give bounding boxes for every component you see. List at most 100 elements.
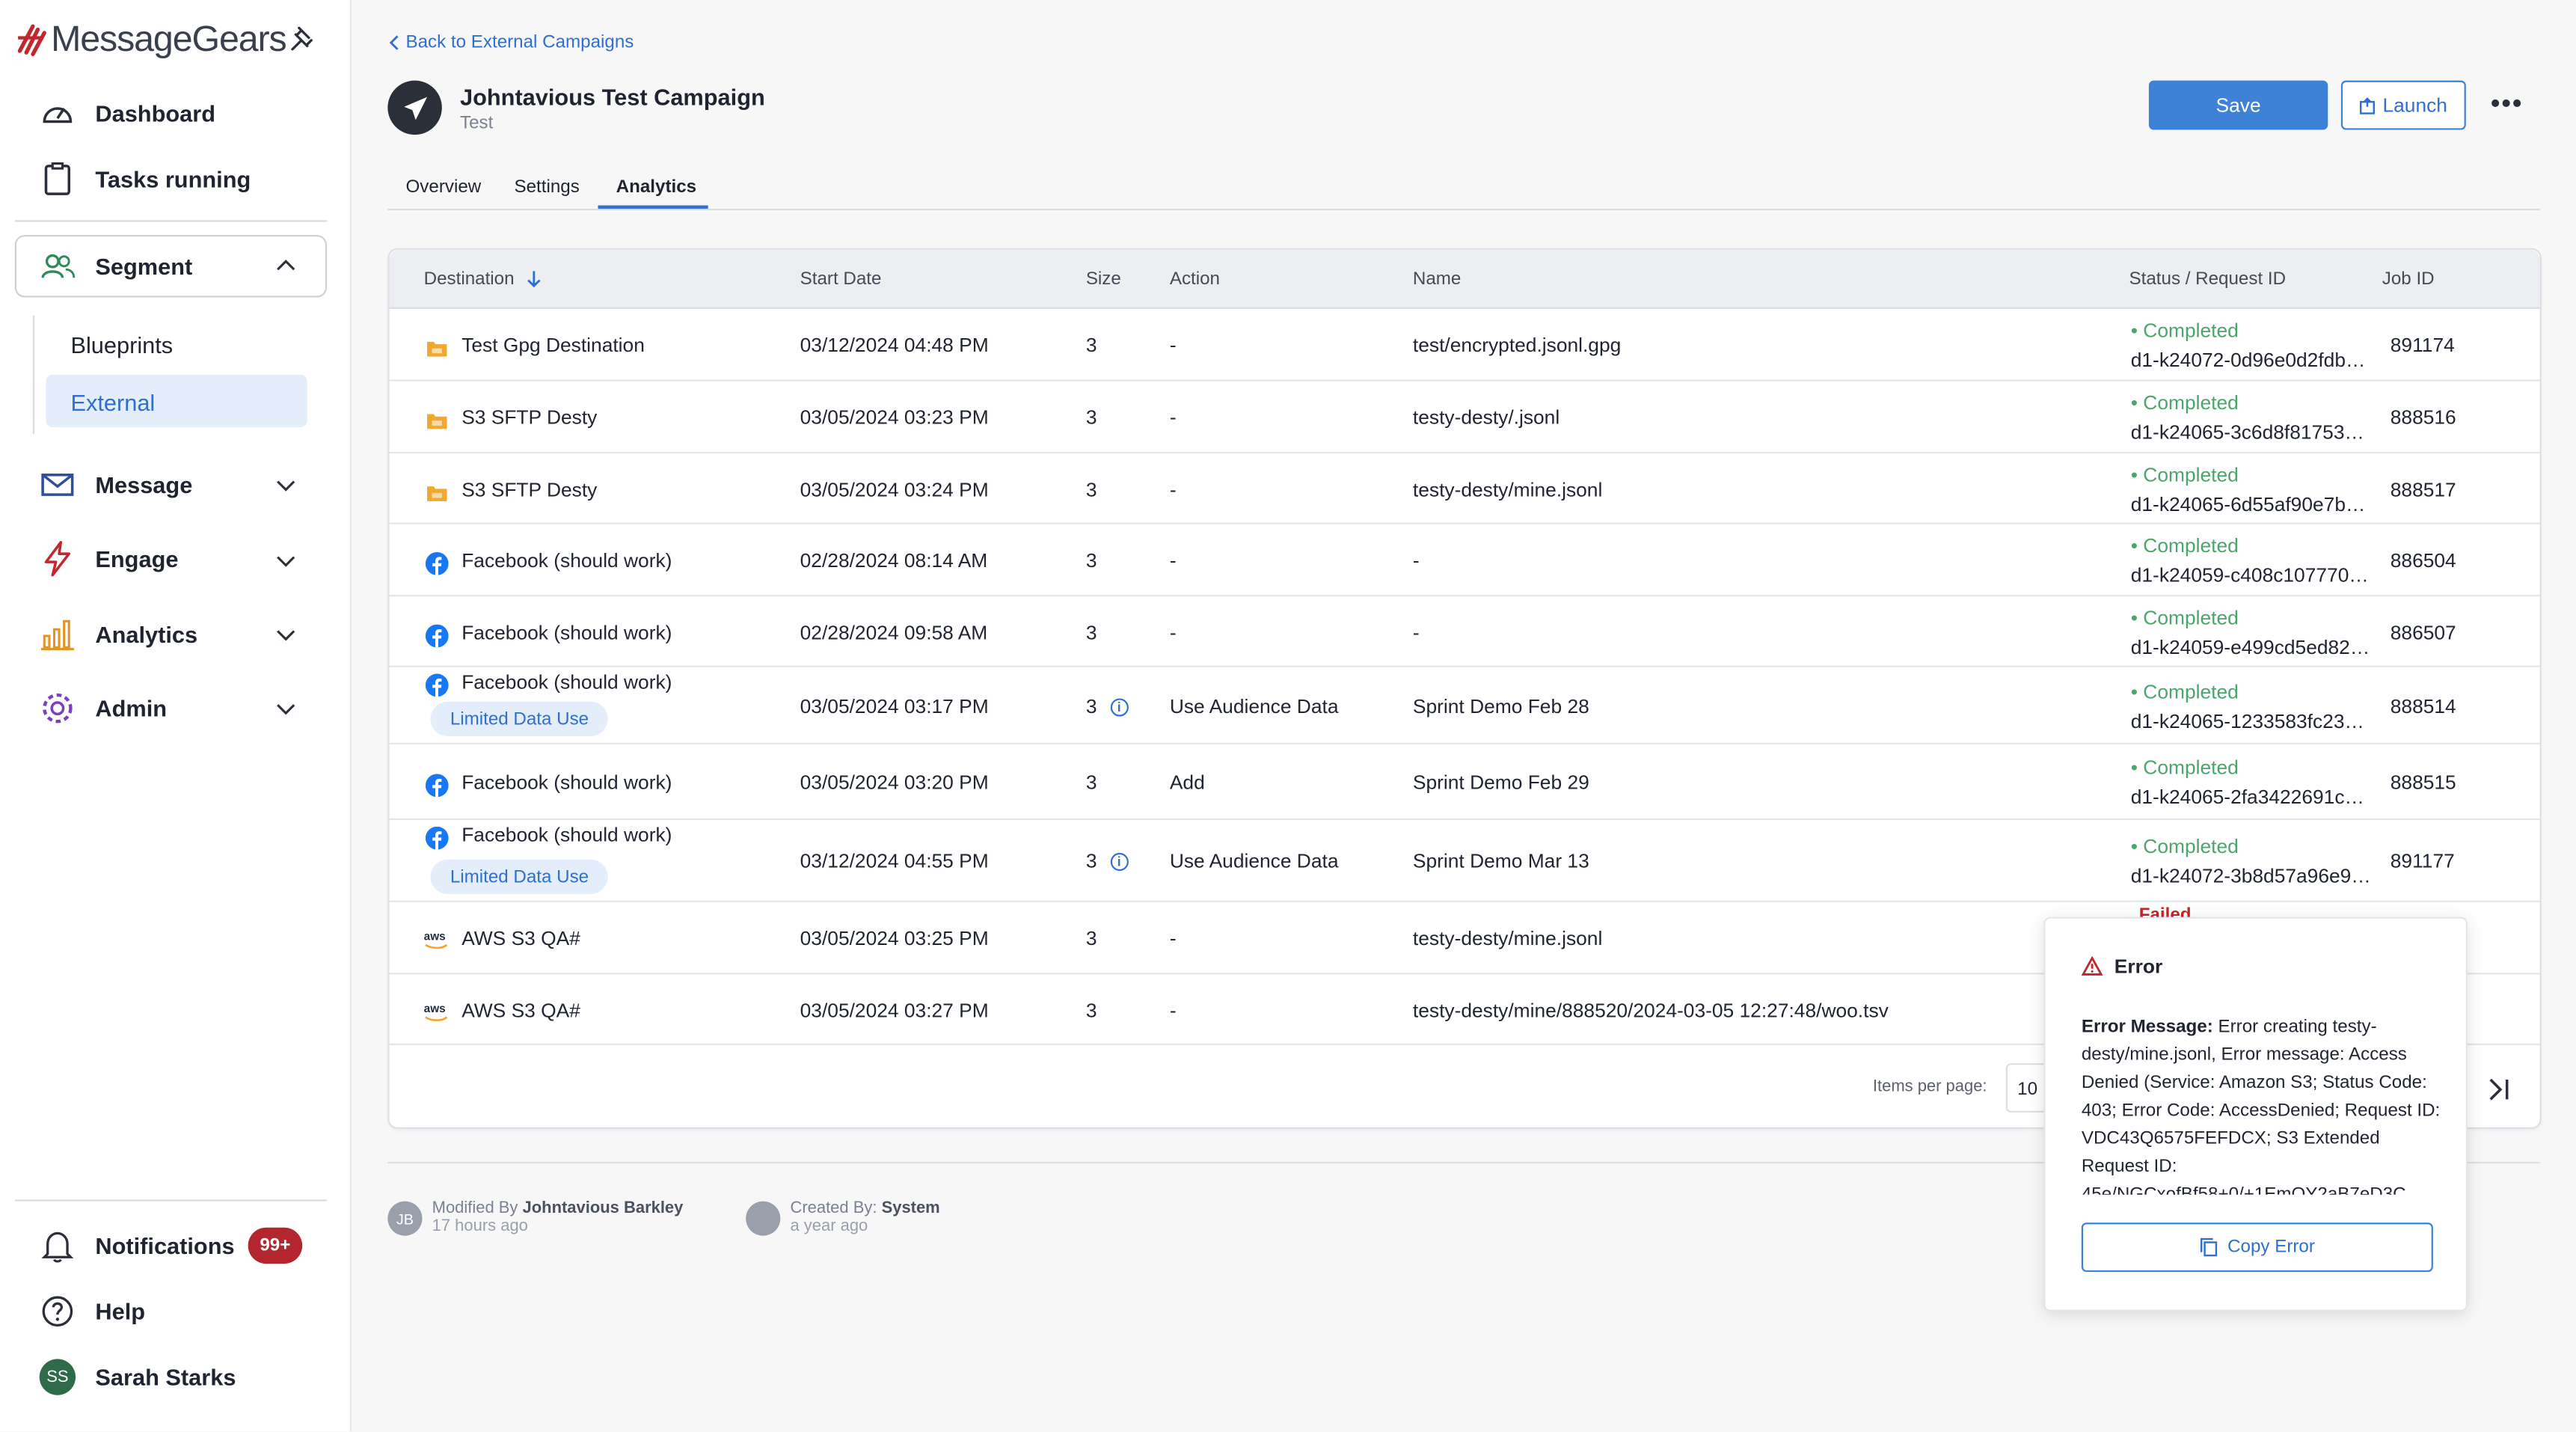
request-id[interactable]: d1-k24065-2fa3422691c…	[2131, 786, 2377, 809]
facebook-icon	[425, 551, 449, 575]
request-id[interactable]: d1-k24065-6d55af90e7b…	[2131, 493, 2377, 516]
sidebar-divider	[14, 1199, 328, 1202]
table-row[interactable]: Facebook (should work) 02/28/2024 09:58 A…	[389, 596, 2540, 667]
chevron-down-icon[interactable]	[276, 551, 295, 570]
back-link[interactable]: Back to External Campaigns	[387, 33, 634, 52]
request-id[interactable]: d1-k24065-3c6d8f81753…	[2131, 420, 2377, 444]
launch-button[interactable]: Launch	[2340, 80, 2466, 130]
column-header-status[interactable]: Status / Request ID	[2129, 269, 2287, 289]
user-name: Sarah Starks	[95, 1364, 236, 1391]
table-row[interactable]: Test Gpg Destination 03/12/2024 04:48 PM 3…	[389, 309, 2540, 382]
job-id: 888515	[2390, 771, 2456, 794]
status-badge: • Completed	[2130, 391, 2239, 414]
status-badge: • Completed	[2130, 533, 2239, 557]
sort-arrow-down-icon[interactable]	[526, 269, 542, 288]
status-text: Completed	[2143, 319, 2239, 342]
sidebar-item-dashboard[interactable]: Dashboard	[40, 91, 215, 136]
column-header-start-date[interactable]: Start Date	[800, 269, 882, 289]
avatar-system	[746, 1201, 781, 1236]
sidebar-item-admin[interactable]: Admin	[40, 685, 167, 731]
chevron-down-icon[interactable]	[276, 475, 295, 495]
launch-button-label: Launch	[2382, 94, 2447, 117]
sidebar-item-user[interactable]: SS Sarah Starks	[39, 1354, 236, 1400]
table-row[interactable]: S3 SFTP Desty 03/05/2024 03:24 PM 3 - testy-…	[389, 453, 2540, 524]
table-row[interactable]: Facebook (should work) Limited Data Use 03…	[389, 667, 2540, 744]
size-cell: 3	[1086, 334, 1097, 357]
sidebar-item-label: Help	[95, 1298, 146, 1325]
sidebar-item-tasks-running[interactable]: Tasks running	[40, 156, 251, 202]
request-id[interactable]: d1-k24072-0d96e0d2fdb…	[2131, 349, 2377, 372]
size-cell: 3i	[1086, 695, 1129, 718]
created-by-name: System	[881, 1199, 940, 1218]
app-logo[interactable]: MessageGears	[16, 18, 287, 61]
size-cell: 3	[1086, 406, 1097, 429]
gauge-icon	[40, 95, 76, 131]
table-row[interactable]: Facebook (should work) 02/28/2024 08:14 A…	[389, 524, 2540, 597]
help-icon	[40, 1294, 76, 1330]
sidebar-item-segment[interactable]: Segment	[40, 243, 193, 289]
size-cell: 3	[1086, 549, 1097, 572]
sidebar-item-notifications[interactable]: Notifications	[40, 1223, 235, 1268]
tab-settings[interactable]: Settings	[514, 177, 579, 217]
last-page-icon[interactable]	[2483, 1073, 2515, 1106]
folder-icon	[427, 486, 447, 501]
bell-icon	[40, 1228, 76, 1264]
sidebar-item-engage[interactable]: Engage	[40, 536, 179, 581]
action-cell: -	[1169, 548, 1177, 572]
column-header-destination[interactable]: Destination	[424, 269, 542, 290]
bar-chart-icon	[40, 616, 76, 652]
sidebar-item-help[interactable]: Help	[40, 1288, 145, 1334]
job-id: 891177	[2390, 849, 2455, 873]
sidebar-item-analytics[interactable]: Analytics	[40, 611, 197, 657]
tab-overview[interactable]: Overview	[406, 177, 482, 217]
tab-analytics[interactable]: Analytics	[616, 177, 696, 217]
job-id: 888514	[2390, 695, 2456, 718]
sidebar-item-label: Engage	[95, 545, 179, 572]
column-header-action[interactable]: Action	[1170, 269, 1220, 289]
job-id: 886504	[2390, 548, 2456, 572]
sidebar-item-message[interactable]: Message	[40, 462, 193, 507]
pin-icon[interactable]	[289, 23, 319, 53]
table-row[interactable]: Facebook (should work) 03/05/2024 03:20 P…	[389, 744, 2540, 821]
table-row[interactable]: S3 SFTP Desty 03/05/2024 03:23 PM 3 - testy-…	[389, 382, 2540, 454]
limited-data-use-badge: Limited Data Use	[430, 859, 609, 894]
info-icon[interactable]: i	[1110, 852, 1129, 872]
paper-plane-icon	[403, 96, 426, 120]
table-row[interactable]: Facebook (should work) Limited Data Use 03…	[389, 820, 2540, 902]
chevron-down-icon[interactable]	[276, 698, 295, 717]
sidebar-sub-item-external[interactable]: External	[70, 390, 155, 416]
destination-name: Facebook (should work)	[461, 823, 672, 847]
request-id[interactable]: d1-k24059-e499cd5ed82…	[2131, 636, 2377, 659]
copy-error-label: Copy Error	[2227, 1237, 2315, 1258]
name-cell: Sprint Demo Feb 29	[1412, 771, 1589, 794]
start-date: 03/05/2024 03:23 PM	[800, 406, 989, 429]
column-header-job-id[interactable]: Job ID	[2382, 269, 2435, 289]
size-cell: 3i	[1086, 850, 1129, 872]
name-cell: testy-desty/mine/888520/2024-03-05 12:27…	[1412, 999, 1889, 1023]
column-header-size[interactable]: Size	[1086, 269, 1121, 289]
items-per-page-select[interactable]: 10	[2005, 1063, 2049, 1113]
aws-icon: aws	[424, 1003, 448, 1022]
info-icon[interactable]: i	[1110, 698, 1129, 717]
sidebar-item-label: Analytics	[95, 621, 198, 648]
request-id[interactable]: d1-k24065-1233583fc23…	[2131, 710, 2377, 733]
destination-name: Facebook (should work)	[461, 621, 672, 644]
sidebar-sub-item-blueprints[interactable]: Blueprints	[70, 332, 173, 358]
size-value: 3	[1085, 771, 1097, 794]
status-text: Completed	[2143, 680, 2239, 704]
save-button[interactable]: Save	[2148, 80, 2328, 130]
status-text: Completed	[2143, 606, 2239, 630]
name-cell: Sprint Demo Feb 28	[1412, 695, 1589, 718]
avatar-wrapper: SS	[39, 1359, 76, 1395]
more-options-icon[interactable]: •••	[2491, 91, 2524, 118]
back-link-label: Back to External Campaigns	[405, 32, 634, 53]
chevron-down-icon[interactable]	[276, 625, 295, 644]
sidebar-item-label: Segment	[95, 253, 193, 280]
column-header-name[interactable]: Name	[1413, 269, 1461, 289]
tabs-divider	[387, 208, 2540, 211]
copy-error-button[interactable]: Copy Error	[2081, 1223, 2433, 1273]
request-id[interactable]: d1-k24059-c408c107770…	[2131, 563, 2377, 587]
chevron-up-icon[interactable]	[276, 257, 295, 276]
size-value: 3	[1085, 926, 1097, 950]
request-id[interactable]: d1-k24072-3b8d57a96e9…	[2131, 864, 2377, 887]
